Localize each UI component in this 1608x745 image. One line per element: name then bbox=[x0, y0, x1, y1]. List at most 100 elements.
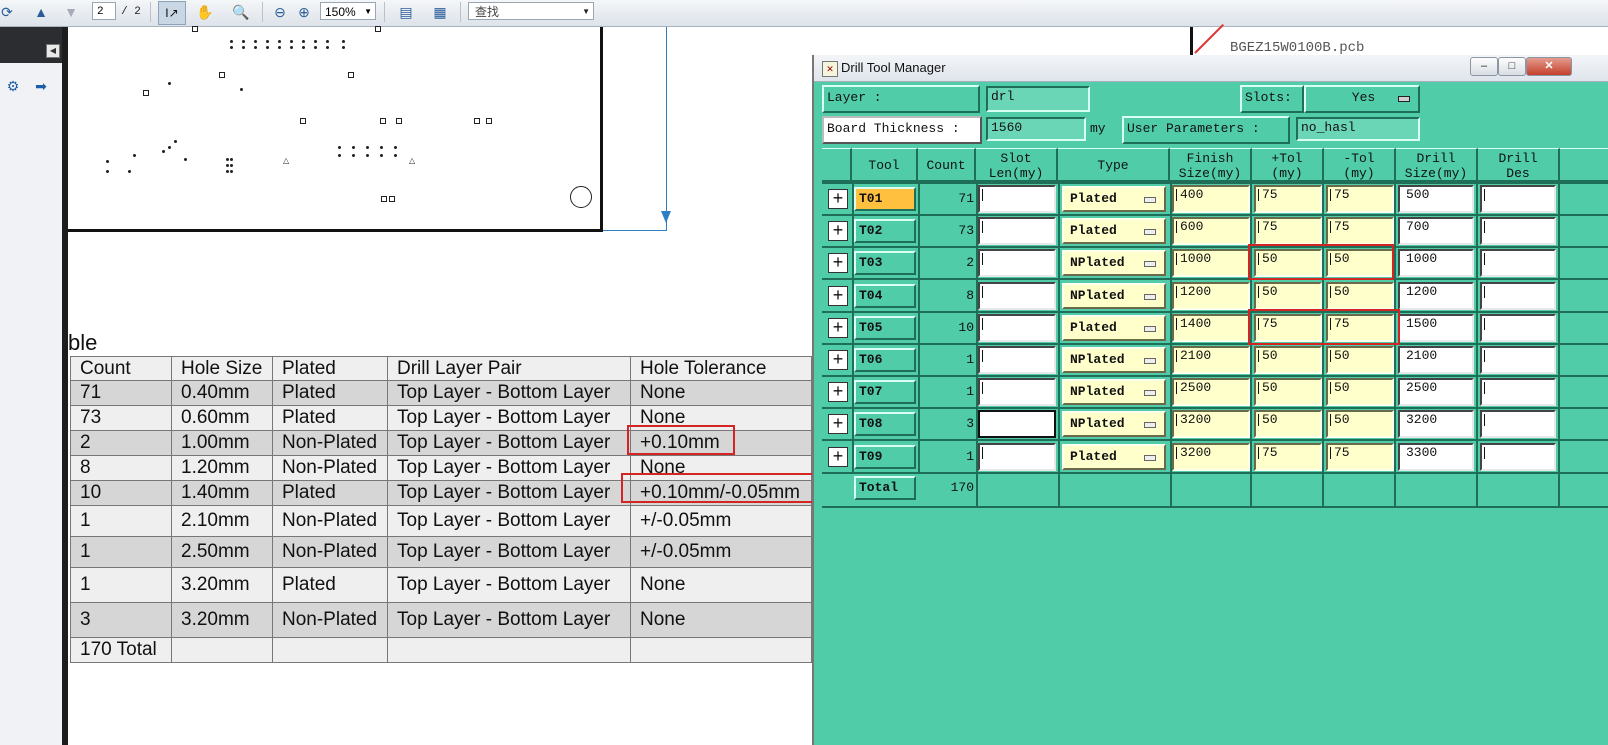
collapse-panel-icon[interactable]: ◀ bbox=[46, 44, 60, 58]
drill-des-input[interactable] bbox=[1480, 346, 1556, 374]
slot-length-input[interactable] bbox=[978, 410, 1056, 438]
slots-select[interactable]: Yes bbox=[1304, 85, 1420, 113]
ptol-input[interactable]: 50 bbox=[1254, 378, 1322, 406]
board-thickness-field[interactable]: 1560 bbox=[986, 117, 1086, 141]
finish-input[interactable]: 1400 bbox=[1172, 314, 1250, 342]
fit-page-icon[interactable]: ▦ bbox=[427, 1, 453, 23]
expand-row-icon[interactable]: + bbox=[828, 414, 848, 434]
type-select[interactable]: NPlated bbox=[1062, 250, 1166, 276]
expand-row-icon[interactable]: + bbox=[828, 350, 848, 370]
drill-des-input[interactable] bbox=[1480, 378, 1556, 406]
expand-row-icon[interactable]: + bbox=[828, 221, 848, 241]
tool-button[interactable]: T01 bbox=[854, 187, 916, 211]
expand-row-icon[interactable]: + bbox=[828, 286, 848, 306]
type-select[interactable]: Plated bbox=[1062, 444, 1166, 470]
type-select[interactable]: NPlated bbox=[1062, 347, 1166, 373]
finish-input[interactable]: 3200 bbox=[1172, 443, 1250, 471]
drill-des-input[interactable] bbox=[1480, 314, 1556, 342]
find-input[interactable]: 查找 ▼ bbox=[468, 2, 594, 20]
layer-field[interactable]: drl bbox=[986, 86, 1090, 112]
select-text-icon[interactable]: I↗ bbox=[158, 1, 186, 25]
hand-icon[interactable]: ✋ bbox=[192, 1, 218, 23]
finish-input[interactable]: 2500 bbox=[1172, 378, 1250, 406]
type-select[interactable]: NPlated bbox=[1062, 411, 1166, 437]
type-select[interactable]: Plated bbox=[1062, 186, 1166, 212]
page-number-input[interactable]: 2 bbox=[92, 2, 116, 20]
tool-button[interactable]: T09 bbox=[854, 445, 916, 469]
type-select[interactable]: NPlated bbox=[1062, 283, 1166, 309]
ptol-input[interactable]: 75 bbox=[1254, 185, 1322, 213]
finish-input[interactable]: 2100 bbox=[1172, 346, 1250, 374]
user-parameters-button[interactable]: User Parameters : bbox=[1122, 116, 1290, 144]
mtol-input[interactable]: 50 bbox=[1326, 378, 1394, 406]
drill-des-input[interactable] bbox=[1480, 282, 1556, 310]
tool-button[interactable]: T03 bbox=[854, 251, 916, 275]
refresh-icon[interactable]: ⟳ bbox=[0, 1, 14, 23]
tool-button[interactable]: T07 bbox=[854, 380, 916, 404]
slot-length-input[interactable] bbox=[978, 217, 1056, 245]
zoom-in-icon[interactable]: ⊕ bbox=[294, 1, 314, 23]
close-button[interactable]: ✕ bbox=[1526, 57, 1572, 76]
tool-button[interactable]: T02 bbox=[854, 219, 916, 243]
type-select[interactable]: Plated bbox=[1062, 218, 1166, 244]
slot-length-input[interactable] bbox=[978, 314, 1056, 342]
ptol-input[interactable]: 50 bbox=[1254, 346, 1322, 374]
down-arrow-icon[interactable]: ▼ bbox=[58, 1, 84, 23]
drill-des-input[interactable] bbox=[1480, 217, 1556, 245]
ptol-input[interactable]: 50 bbox=[1254, 282, 1322, 310]
slot-length-input[interactable] bbox=[978, 282, 1056, 310]
mtol-input[interactable]: 50 bbox=[1326, 282, 1394, 310]
finish-input[interactable]: 1200 bbox=[1172, 282, 1250, 310]
slot-length-input[interactable] bbox=[978, 443, 1056, 471]
slot-length-input[interactable] bbox=[978, 346, 1056, 374]
options-icon[interactable]: ⚙ bbox=[4, 77, 22, 95]
drill-size-input[interactable]: 1200 bbox=[1398, 282, 1474, 310]
tool-button[interactable]: T04 bbox=[854, 284, 916, 308]
tool-button[interactable]: T05 bbox=[854, 316, 916, 340]
type-select[interactable]: Plated bbox=[1062, 315, 1166, 341]
mtol-input[interactable]: 75 bbox=[1326, 185, 1394, 213]
drill-size-input[interactable]: 500 bbox=[1398, 185, 1474, 213]
slot-length-input[interactable] bbox=[978, 249, 1056, 277]
drill-des-input[interactable] bbox=[1480, 249, 1556, 277]
drill-size-input[interactable]: 1000 bbox=[1398, 249, 1474, 277]
zoom-icon[interactable]: 🔍 bbox=[228, 1, 254, 23]
ptol-input[interactable]: 75 bbox=[1254, 217, 1322, 245]
mtol-input[interactable]: 75 bbox=[1326, 217, 1394, 245]
mtol-input[interactable]: 50 bbox=[1326, 410, 1394, 438]
maximize-button[interactable]: □ bbox=[1498, 57, 1526, 76]
drill-size-input[interactable]: 2500 bbox=[1398, 378, 1474, 406]
drill-size-input[interactable]: 3300 bbox=[1398, 443, 1474, 471]
ptol-input[interactable]: 75 bbox=[1254, 443, 1322, 471]
drill-size-input[interactable]: 3200 bbox=[1398, 410, 1474, 438]
expand-row-icon[interactable]: + bbox=[828, 382, 848, 402]
finish-input[interactable]: 1000 bbox=[1172, 249, 1250, 277]
tool-button[interactable]: T08 bbox=[854, 412, 916, 436]
drill-des-input[interactable] bbox=[1480, 443, 1556, 471]
drill-des-input[interactable] bbox=[1480, 185, 1556, 213]
slot-length-input[interactable] bbox=[978, 378, 1056, 406]
up-arrow-icon[interactable]: ▲ bbox=[28, 1, 54, 23]
finish-input[interactable]: 3200 bbox=[1172, 410, 1250, 438]
export-icon[interactable]: ➡ bbox=[32, 77, 50, 95]
slot-length-input[interactable] bbox=[978, 185, 1056, 213]
drill-size-input[interactable]: 700 bbox=[1398, 217, 1474, 245]
expand-row-icon[interactable]: + bbox=[828, 447, 848, 467]
zoom-level-select[interactable]: 150% ▼ bbox=[320, 2, 376, 20]
tool-button[interactable]: T06 bbox=[854, 348, 916, 372]
type-select[interactable]: NPlated bbox=[1062, 379, 1166, 405]
finish-input[interactable]: 400 bbox=[1172, 185, 1250, 213]
zoom-out-icon[interactable]: ⊖ bbox=[270, 1, 290, 23]
ptol-input[interactable]: 50 bbox=[1254, 410, 1322, 438]
user-parameters-field[interactable]: no_hasl bbox=[1296, 117, 1420, 141]
minimize-button[interactable]: – bbox=[1470, 57, 1498, 76]
mtol-input[interactable]: 75 bbox=[1326, 443, 1394, 471]
drill-size-input[interactable]: 1500 bbox=[1398, 314, 1474, 342]
mtol-input[interactable]: 50 bbox=[1326, 346, 1394, 374]
expand-row-icon[interactable]: + bbox=[828, 253, 848, 273]
finish-input[interactable]: 600 bbox=[1172, 217, 1250, 245]
drill-size-input[interactable]: 2100 bbox=[1398, 346, 1474, 374]
fit-width-icon[interactable]: ▤ bbox=[393, 1, 419, 23]
expand-row-icon[interactable]: + bbox=[828, 318, 848, 338]
drill-des-input[interactable] bbox=[1480, 410, 1556, 438]
